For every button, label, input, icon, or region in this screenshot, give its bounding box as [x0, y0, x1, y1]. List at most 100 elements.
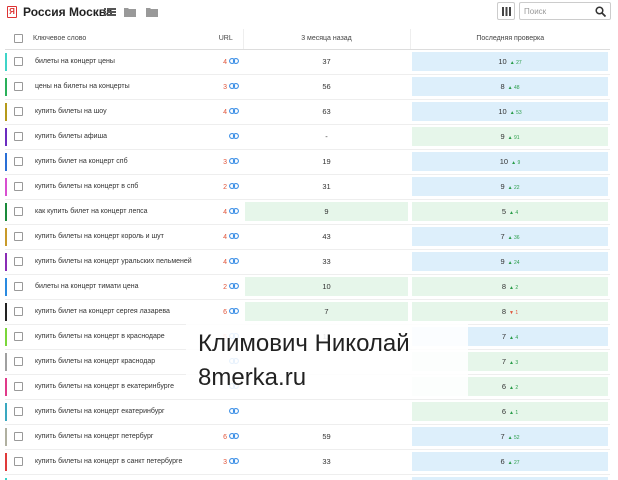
table-row[interactable]: купить билеты на шоу 4 63 10 ▲ 53: [5, 99, 610, 125]
folder-icon[interactable]: [146, 7, 158, 17]
table-row[interactable]: цены на билеты на концерты 3 56 8 ▲ 48: [5, 74, 610, 100]
keyword-text[interactable]: купить билеты афиша: [33, 132, 209, 141]
link-icon[interactable]: [229, 182, 239, 189]
last-check-header[interactable]: Последняя проверка: [409, 29, 610, 50]
link-icon[interactable]: [229, 132, 239, 139]
url-cell: 4: [209, 249, 243, 275]
group-color-bar: [5, 202, 7, 221]
row-checkbox[interactable]: [14, 206, 23, 216]
table-row[interactable]: купить билеты афиша - 9 ▲ 91: [5, 124, 610, 150]
keyword-cell: билеты на концерт цены: [33, 49, 209, 75]
row-checkbox[interactable]: [14, 431, 23, 441]
link-icon[interactable]: [229, 207, 239, 214]
link-icon[interactable]: [229, 57, 239, 64]
arrow-up-icon: ▲: [507, 260, 513, 266]
table-row[interactable]: купить билет на концерт спб 3 19 10 ▲ 9: [5, 149, 610, 175]
link-icon[interactable]: [229, 232, 239, 239]
position-delta: ▲ 4: [509, 210, 518, 216]
row-checkbox[interactable]: [14, 81, 23, 91]
table-row[interactable]: билеты на концерт тимати цена 2 10 8 ▲ 2: [5, 274, 610, 300]
current-position: 8: [500, 82, 505, 91]
old-position-header[interactable]: 3 месяца назад: [242, 29, 410, 50]
row-checkbox[interactable]: [14, 106, 23, 116]
keyword-text[interactable]: купить билеты на концерт король и шут: [33, 232, 209, 241]
keyword-text[interactable]: цены на билеты на концерты: [33, 82, 209, 91]
table-row[interactable]: купить билеты на концерт петербург 6 59 7 ▲ …: [5, 424, 610, 450]
folder-icon[interactable]: [124, 7, 136, 17]
row-checkbox[interactable]: [14, 356, 23, 366]
table-row[interactable]: купить билеты на концерт екатеринбург 6 ▲ …: [5, 399, 610, 425]
row-checkbox[interactable]: [14, 406, 23, 416]
row-checkbox[interactable]: [14, 56, 23, 66]
position-delta-value: 1: [515, 410, 519, 416]
keyword-text[interactable]: купить билеты на концерт в екатеринбурге: [33, 382, 209, 391]
table-row[interactable]: купить билеты на концерт санкт петербург…: [5, 474, 610, 480]
link-icon[interactable]: [229, 282, 239, 289]
link-icon[interactable]: [229, 257, 239, 264]
table-row[interactable]: билеты на концерт цены 4 37 10 ▲ 27: [5, 49, 610, 75]
last-check-value: 9 ▲ 22: [412, 177, 608, 196]
keyword-cell: купить билет на концерт спб: [33, 149, 209, 175]
keyword-text[interactable]: купить билет на концерт спб: [33, 157, 209, 166]
row-checkbox[interactable]: [14, 156, 23, 166]
row-checkbox[interactable]: [14, 281, 23, 291]
table-row[interactable]: купить билет на концерт сергея лазарева 6…: [5, 299, 610, 325]
table-row[interactable]: как купить билет на концерт лепса 4 9 5 ▲ 4: [5, 199, 610, 225]
table-row[interactable]: купить билеты на концерт король и шут 4 43…: [5, 224, 610, 250]
last-check-value: 10 ▲ 27: [412, 52, 608, 71]
keyword-text[interactable]: купить билеты на концерт в спб: [33, 182, 209, 191]
keyword-text[interactable]: билеты на концерт тимати цена: [33, 282, 209, 291]
keyword-text[interactable]: купить билеты на концерт в краснодаре: [33, 332, 209, 341]
link-icon[interactable]: [229, 432, 239, 439]
select-all-checkbox[interactable]: [14, 34, 23, 44]
row-checkbox[interactable]: [14, 331, 23, 341]
keyword-text[interactable]: купить билеты на концерт краснодар: [33, 357, 209, 366]
list-icon[interactable]: [104, 7, 116, 17]
search-input[interactable]: [524, 5, 588, 18]
row-checkbox[interactable]: [14, 181, 23, 191]
link-icon[interactable]: [229, 457, 239, 464]
position-delta: ▲ 22: [508, 185, 520, 191]
group-color-bar: [5, 127, 7, 146]
url-header[interactable]: URL: [209, 29, 243, 50]
position-delta-value: 1: [515, 310, 519, 316]
search-icon[interactable]: [595, 6, 606, 17]
row-checkbox[interactable]: [14, 131, 23, 141]
old-position-value: 19: [322, 157, 331, 166]
table-row[interactable]: купить билеты на концерт в санкт петербу…: [5, 449, 610, 475]
link-icon[interactable]: [229, 157, 239, 164]
keyword-text[interactable]: купить билеты на концерт уральских пельм…: [33, 257, 209, 266]
table-row[interactable]: купить билеты на концерт уральских пельм…: [5, 249, 610, 275]
row-checkbox[interactable]: [14, 231, 23, 241]
link-icon[interactable]: [229, 82, 239, 89]
keyword-text[interactable]: купить билет на концерт сергея лазарева: [33, 307, 209, 316]
table-row[interactable]: купить билеты на концерт в спб 2 31 9 ▲ 22: [5, 174, 610, 200]
url-cell: 3: [209, 74, 243, 100]
row-checkbox[interactable]: [14, 306, 23, 316]
region-title[interactable]: Россия Москва: [23, 5, 113, 19]
keyword-cell: как купить билет на концерт лепса: [33, 199, 209, 225]
keyword-text[interactable]: купить билеты на концерт в санкт петербу…: [33, 457, 209, 466]
keyword-text[interactable]: билеты на концерт цены: [33, 57, 209, 66]
link-icon[interactable]: [229, 407, 239, 414]
arrow-up-icon: ▲: [509, 385, 514, 391]
search-box[interactable]: [519, 2, 611, 20]
row-checkbox[interactable]: [14, 456, 23, 466]
link-icon[interactable]: [229, 107, 239, 114]
row-select-cell: [5, 449, 33, 475]
position-delta-value: 91: [513, 135, 520, 141]
keyword-text[interactable]: купить билеты на концерт екатеринбург: [33, 407, 209, 416]
link-icon[interactable]: [229, 307, 239, 314]
row-checkbox[interactable]: [14, 256, 23, 266]
row-select-cell: [5, 49, 33, 75]
watermark: Климович Николай 8merka.ru: [186, 324, 468, 398]
keyword-text[interactable]: как купить билет на концерт лепса: [33, 207, 209, 216]
keyword-text[interactable]: купить билеты на шоу: [33, 107, 209, 116]
keyword-text[interactable]: купить билеты на концерт петербург: [33, 432, 209, 441]
row-checkbox[interactable]: [14, 381, 23, 391]
keyword-cell: купить билеты на концерт в санкт петербу…: [33, 449, 209, 475]
keyword-header[interactable]: Ключевое слово: [33, 29, 209, 50]
url-position: 2: [223, 283, 227, 291]
position-delta: ▲ 36: [508, 235, 520, 241]
columns-button[interactable]: [497, 2, 515, 20]
